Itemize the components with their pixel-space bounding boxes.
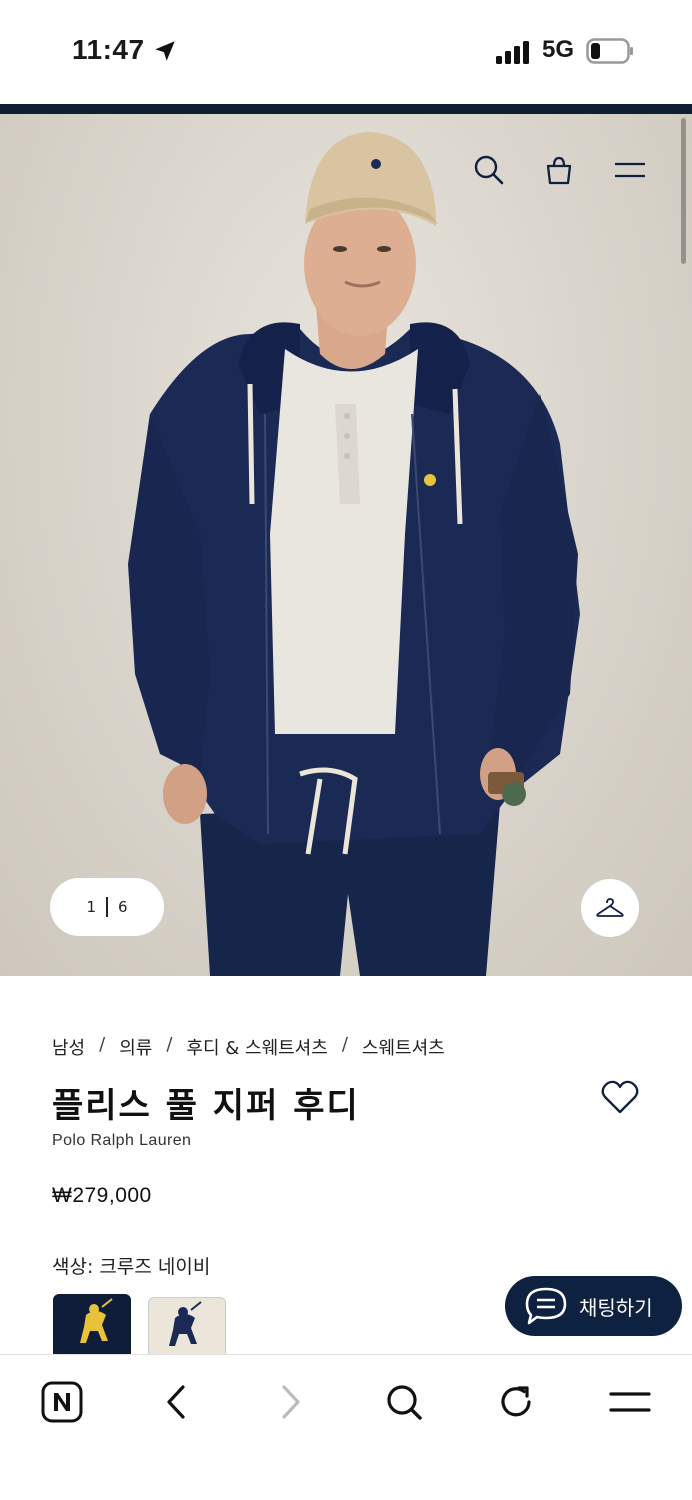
forward-icon	[282, 1385, 300, 1419]
menu-icon[interactable]	[612, 152, 648, 188]
color-label: 색상: 크루즈 네이비	[52, 1256, 211, 1278]
color-swatch-selected[interactable]	[53, 1294, 131, 1356]
back-button[interactable]	[151, 1377, 201, 1427]
brand-name: Polo Ralph Lauren	[52, 1132, 192, 1149]
naver-icon	[41, 1381, 83, 1423]
naver-home-button[interactable]	[37, 1377, 87, 1427]
pager-separator	[106, 897, 108, 917]
pony-logo-icon	[80, 1298, 113, 1343]
header-strip	[0, 104, 692, 114]
hanger-icon	[596, 898, 624, 917]
browser-toolbar	[0, 1354, 692, 1500]
breadcrumb-separator: /	[341, 1034, 348, 1055]
color-swatch[interactable]	[148, 1297, 226, 1359]
chat-bubble-icon	[525, 1287, 567, 1325]
heart-icon[interactable]	[600, 1078, 640, 1116]
search-button[interactable]	[379, 1377, 429, 1427]
product-photo	[128, 132, 580, 976]
menu-icon	[609, 1392, 651, 1412]
breadcrumb-separator: /	[166, 1034, 173, 1055]
network-type: 5G	[542, 36, 575, 63]
search-icon	[387, 1385, 422, 1420]
search-icon[interactable]	[471, 152, 507, 188]
scrollbar[interactable]	[681, 118, 686, 264]
product-price: ₩279,000	[52, 1184, 152, 1207]
chat-label: 채팅하기	[579, 1295, 653, 1320]
battery-icon	[586, 38, 633, 64]
breadcrumb-item[interactable]: 의류	[119, 1034, 152, 1060]
product-title: 플리스 풀 지퍼 후디	[52, 1086, 360, 1126]
breadcrumb-item[interactable]: 후디 & 스웨트셔츠	[186, 1034, 327, 1060]
breadcrumb-separator: /	[99, 1034, 106, 1055]
product-image-carousel[interactable]: 1 6	[0, 114, 692, 976]
status-bar: 11:47 5G	[0, 0, 692, 104]
pony-logo-icon	[169, 1301, 202, 1346]
breadcrumb-item[interactable]: 스웨트셔츠	[362, 1034, 445, 1060]
image-pager: 1 6	[50, 878, 164, 936]
location-arrow-icon	[155, 41, 175, 61]
signal-bars-icon	[496, 41, 529, 64]
status-time: 11:47	[72, 34, 145, 65]
pager-total: 6	[118, 898, 128, 916]
refresh-icon	[501, 1386, 531, 1417]
pager-current: 1	[86, 898, 96, 916]
forward-button[interactable]	[266, 1377, 316, 1427]
refresh-button[interactable]	[492, 1377, 542, 1427]
breadcrumb: 남성 / 의류 / 후디 & 스웨트셔츠 / 스웨트셔츠	[52, 1034, 445, 1060]
breadcrumb-item[interactable]: 남성	[52, 1034, 85, 1060]
back-icon	[167, 1385, 185, 1419]
shopping-bag-icon[interactable]	[541, 153, 577, 189]
menu-button[interactable]	[605, 1377, 655, 1427]
chat-button[interactable]: 채팅하기	[505, 1276, 682, 1336]
hanger-button[interactable]	[581, 879, 639, 937]
